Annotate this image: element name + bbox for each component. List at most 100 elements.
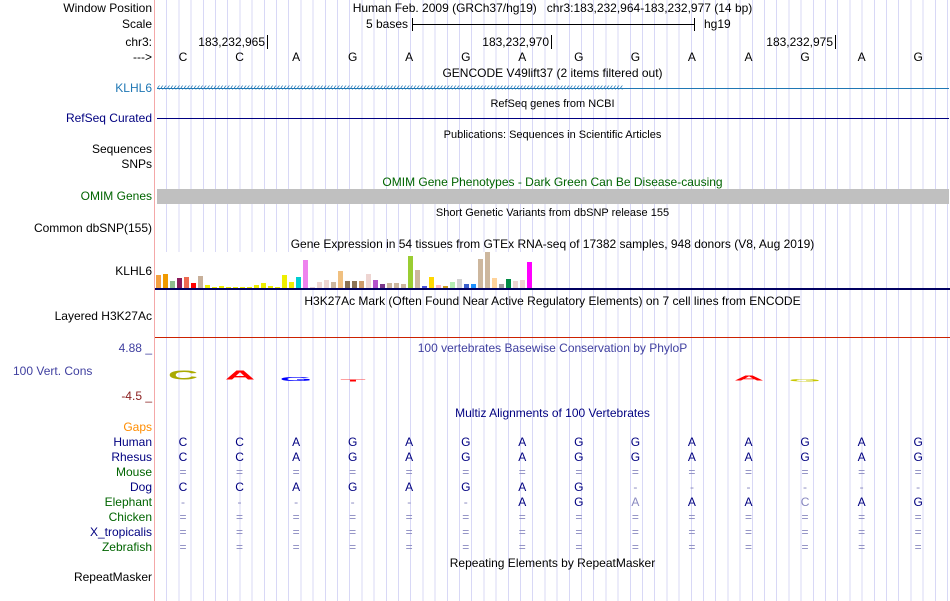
phylop-max: 4.88 _ (118, 341, 152, 355)
gtex-baseline (155, 288, 950, 290)
aligned-base: = (914, 525, 922, 539)
multiz-title[interactable]: Multiz Alignments of 100 Vertebrates (155, 406, 950, 420)
base: A (857, 50, 866, 64)
aligned-base: = (858, 510, 866, 524)
species-label-human[interactable]: Human (113, 435, 152, 449)
gtex-bar[interactable] (408, 256, 413, 288)
aligned-base: = (744, 525, 752, 539)
aligned-base: C (178, 480, 188, 494)
aligned-base: - (237, 495, 242, 509)
repeatmasker-label[interactable]: RepeatMasker (74, 570, 152, 584)
species-label-zebrafish[interactable]: Zebrafish (102, 540, 152, 554)
gtex-bar[interactable] (163, 274, 168, 288)
gtex-bar-chart[interactable] (156, 252, 536, 288)
species-label-mouse[interactable]: Mouse (116, 465, 152, 479)
gtex-bar[interactable] (345, 281, 350, 288)
aligned-base: = (858, 465, 866, 479)
aligned-base: = (801, 540, 809, 554)
gtex-label[interactable]: KLHL6 (115, 264, 152, 278)
gencode-label[interactable]: KLHL6 (115, 81, 152, 95)
refseq-title[interactable]: RefSeq genes from NCBI (155, 97, 950, 111)
phylop-letter: T (339, 379, 366, 383)
gtex-bar[interactable] (177, 278, 182, 288)
aligned-base: = (631, 510, 639, 524)
aligned-base: - (294, 495, 299, 509)
aligned-base: = (801, 510, 809, 524)
snps-label[interactable]: SNPs (121, 157, 152, 171)
gtex-bar[interactable] (429, 277, 434, 288)
omim-feature[interactable] (157, 189, 949, 204)
gtex-bar[interactable] (520, 280, 525, 288)
h3k27ac-signal (155, 337, 950, 338)
gtex-bar[interactable] (198, 276, 203, 288)
aligned-base: = (349, 510, 357, 524)
aligned-base: A (857, 450, 866, 464)
h3k27ac-label[interactable]: Layered H3K27Ac (55, 309, 152, 323)
phylop-label[interactable]: 100 Vert. Cons (13, 364, 92, 378)
aligned-base: G (630, 450, 641, 464)
gtex-bar[interactable] (513, 281, 518, 288)
h3k27ac-title[interactable]: H3K27Ac Mark (Often Found Near Active Re… (155, 294, 950, 308)
publications-title[interactable]: Publications: Sequences in Scientific Ar… (155, 128, 950, 142)
gtex-bar[interactable] (492, 278, 497, 288)
gtex-bar[interactable] (352, 281, 357, 288)
gtex-bar[interactable] (373, 280, 378, 288)
omim-label[interactable]: OMIM Genes (81, 189, 152, 203)
aligned-base: = (405, 510, 413, 524)
gtex-bar[interactable] (527, 262, 532, 288)
gtex-bar[interactable] (506, 279, 511, 288)
aligned-base: = (631, 525, 639, 539)
aligned-base: G (913, 495, 923, 509)
gencode-title[interactable]: GENCODE V49lift37 (2 items filtered out) (155, 66, 950, 80)
gtex-bar[interactable] (170, 281, 175, 288)
aligned-base: = (349, 525, 357, 539)
species-label-elephant[interactable]: Elephant (105, 495, 152, 509)
gtex-bar[interactable] (359, 281, 364, 288)
refseq-gene-line[interactable] (157, 118, 949, 119)
aligned-base: - (859, 480, 864, 494)
species-label-chicken[interactable]: Chicken (109, 510, 152, 524)
aligned-base: G (800, 450, 810, 464)
gtex-bar[interactable] (338, 271, 343, 288)
sequences-label[interactable]: Sequences (92, 142, 152, 156)
aligned-base: = (236, 525, 244, 539)
gtex-bar[interactable] (156, 275, 161, 288)
aligned-base: - (803, 480, 808, 494)
dbsnp-title[interactable]: Short Genetic Variants from dbSNP releas… (155, 206, 950, 220)
aligned-base: G (913, 435, 923, 449)
aligned-base: - (407, 495, 412, 509)
species-label-x_tropicalis[interactable]: X_tropicalis (90, 525, 152, 539)
aligned-base: = (405, 525, 413, 539)
aligned-base: C (178, 450, 188, 464)
phylop-letter: G (788, 378, 822, 383)
aligned-base: = (236, 510, 244, 524)
gtex-bar[interactable] (324, 280, 329, 288)
species-label-rhesus[interactable]: Rhesus (111, 450, 152, 464)
gtex-title[interactable]: Gene Expression in 54 tissues from GTEx … (155, 237, 950, 251)
aligned-base: = (179, 540, 187, 554)
gaps-label: Gaps (123, 420, 152, 434)
dbsnp-label[interactable]: Common dbSNP(155) (34, 221, 152, 235)
species-label-dog[interactable]: Dog (130, 480, 152, 494)
omim-title[interactable]: OMIM Gene Phenotypes - Dark Green Can Be… (155, 175, 950, 189)
aligned-base: A (687, 495, 696, 509)
gtex-bar[interactable] (485, 252, 490, 288)
gtex-bar[interactable] (457, 279, 462, 288)
gtex-bar[interactable] (366, 274, 371, 288)
base: A (292, 50, 301, 64)
refseq-label[interactable]: RefSeq Curated (66, 111, 152, 125)
aligned-base: = (914, 465, 922, 479)
phylop-title[interactable]: 100 vertebrates Basewise Conservation by… (155, 341, 950, 355)
scale-bar-tick (694, 18, 695, 31)
aligned-base: = (744, 540, 752, 554)
base: G (913, 50, 923, 64)
gtex-bar[interactable] (415, 270, 420, 288)
gtex-bar[interactable] (184, 277, 189, 288)
chrom-label: chr3: (125, 35, 152, 49)
gtex-bar[interactable] (303, 260, 308, 288)
aligned-base: = (518, 525, 526, 539)
repeatmasker-title[interactable]: Repeating Elements by RepeatMasker (155, 556, 950, 570)
gtex-bar[interactable] (478, 259, 483, 288)
gtex-bar[interactable] (296, 277, 301, 288)
gtex-bar[interactable] (282, 275, 287, 288)
